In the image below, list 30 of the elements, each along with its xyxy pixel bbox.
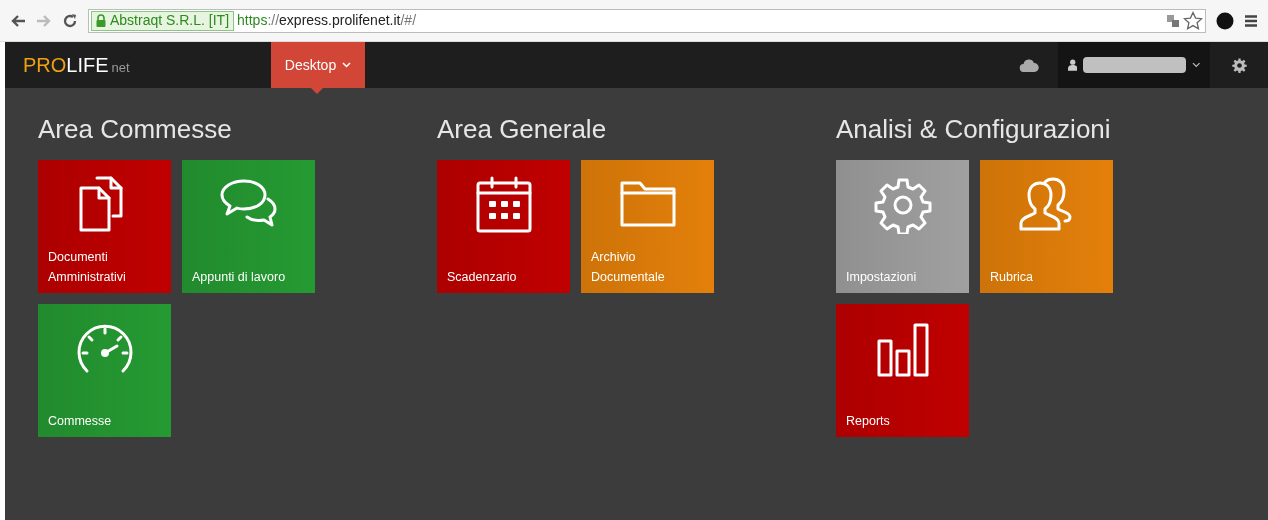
menu-icon[interactable] — [1244, 13, 1258, 28]
user-menu[interactable] — [1058, 42, 1210, 88]
user-icon — [1068, 59, 1078, 71]
logo[interactable]: PROLIFE net — [5, 42, 271, 88]
chevron-down-icon — [342, 62, 352, 68]
lock-icon — [96, 14, 106, 27]
section-title: Area Commesse — [38, 113, 233, 146]
app-tile[interactable]: Impostazioni — [836, 160, 969, 293]
star-icon[interactable] — [1183, 10, 1203, 31]
identity-badge[interactable]: Abstraqt S.R.L. [IT] — [91, 10, 235, 31]
url-text: https://express.prolifenet.it/#/ — [237, 11, 417, 30]
app-tile[interactable]: Scadenzario — [437, 160, 570, 293]
chevron-down-icon — [1191, 62, 1200, 68]
back-icon[interactable] — [10, 13, 26, 28]
app-tile[interactable]: Commesse — [38, 304, 171, 437]
app-tile[interactable]: Reports — [836, 304, 969, 437]
app-tile[interactable]: Rubrica — [980, 160, 1113, 293]
translate-icon[interactable] — [1166, 13, 1180, 28]
settings-icon[interactable] — [1231, 57, 1247, 73]
app-tile[interactable]: Archivio Documentale — [581, 160, 714, 293]
section-title: Area Generale — [437, 113, 608, 146]
app-tile[interactable]: Appunti di lavoro — [182, 160, 315, 293]
address-bar[interactable]: Abstraqt S.R.L. [IT] https://express.prolifenet.it/#/ — [88, 8, 1206, 33]
cloud-icon[interactable] — [1019, 58, 1039, 72]
settings-icon — [873, 176, 932, 234]
app-tile[interactable]: Documenti Amministrativi — [38, 160, 171, 293]
tab-pointer — [311, 88, 323, 94]
extension-icon[interactable] — [1216, 11, 1234, 30]
reload-icon[interactable] — [62, 12, 78, 29]
section-title: Analisi & Configurazioni — [836, 113, 1112, 146]
